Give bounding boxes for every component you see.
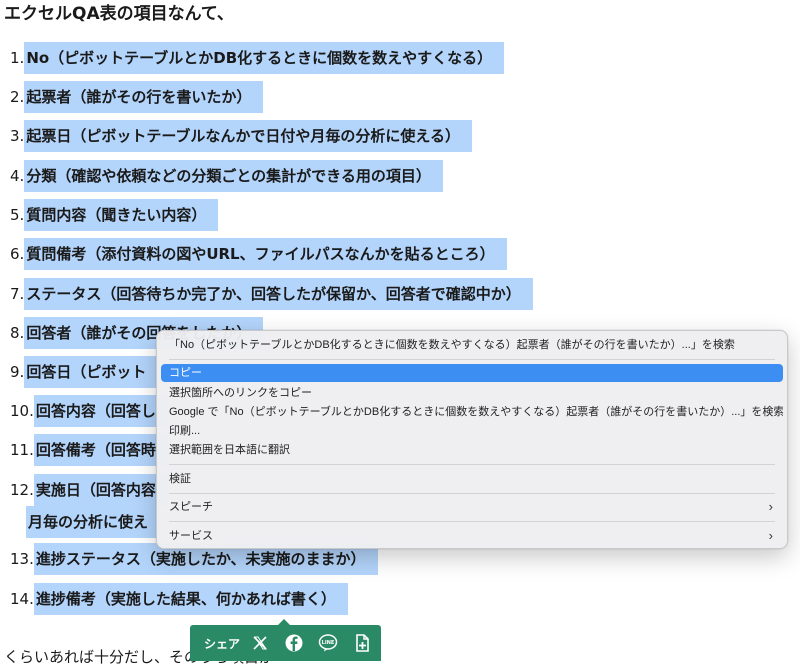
list-number: 7. [10,285,25,303]
add-note-icon[interactable] [352,633,372,653]
list-number: 14. [10,590,34,608]
list-number: 4. [10,167,25,185]
list-number: 2. [10,88,25,106]
list-item: 9. 回答日（ピボット [10,356,159,388]
menu-item-copy[interactable]: コピー [161,364,783,382]
list-number: 6. [10,245,25,263]
list-number: 1. [10,49,25,67]
share-bar: シェア LINE [190,619,381,661]
list-number: 9. [10,363,25,381]
menu-item-inspect[interactable]: 検証 [161,470,783,488]
list-number: 12. [10,481,34,499]
menu-separator [169,493,775,494]
article-heading: エクセルQA表の項目なんて、 [4,4,234,24]
line-icon[interactable]: LINE [318,633,338,653]
context-menu: 「No（ピボットテーブルとかDB化するときに個数を数えやすくなる）起票者（誰がそ… [156,330,788,549]
list-text: 起票日（ピボットテーブルなんかで日付や月毎の分析に使える） [24,120,472,152]
list-item: 14. 進捗備考（実施した結果、何かあれば書く） [10,583,348,615]
list-item: 11. 回答備考（回答時 [10,434,168,466]
menu-item-label: サービス [169,530,213,542]
list-text: 回答備考（回答時 [33,434,168,466]
chevron-right-icon: › [768,528,773,543]
menu-item-search[interactable]: 「No（ピボットテーブルとかDB化するときに個数を数えやすくなる）起票者（誰がそ… [161,336,783,354]
list-text: 起票者（誰がその行を書いたか） [24,81,264,113]
menu-item-print[interactable]: 印刷... [161,422,783,440]
list-item: 4. 分類（確認や依頼などの分類ごとの集計ができる用の項目） [10,160,443,192]
menu-item-copy-link[interactable]: 選択箇所へのリンクをコピー [161,384,783,402]
menu-item-google-search[interactable]: Google で「No（ピボットテーブルとかDB化するときに個数を数えやすくなる… [161,403,783,421]
share-label: シェア [204,637,241,651]
list-number: 13. [10,550,34,568]
list-item: 7. ステータス（回答待ちか完了か、回答したが保留か、回答者で確認中か） [10,278,533,310]
svg-text:LINE: LINE [322,640,335,646]
menu-separator [169,521,775,522]
list-item: 2. 起票者（誰がその行を書いたか） [10,81,264,113]
menu-item-translate[interactable]: 選択範囲を日本語に翻訳 [161,441,783,459]
menu-item-services[interactable]: サービス › [161,527,783,545]
list-text: No（ピボットテーブルとかDB化するときに個数を数えやすくなる） [24,42,505,74]
list-text: 回答内容（回答し [33,395,168,427]
list-item: 6. 質問備考（添付資料の図やURL、ファイルパスなんかを貼るところ） [10,238,507,270]
list-item: 10. 回答内容（回答し [10,395,168,427]
list-number: 10. [10,402,34,420]
list-item: 12. 実施日（回答内容 [10,474,168,506]
list-item: 5. 質問内容（聞きたい内容） [10,199,219,231]
list-item: 3. 起票日（ピボットテーブルなんかで日付や月毎の分析に使える） [10,120,472,152]
list-item: 1. No（ピボットテーブルとかDB化するときに個数を数えやすくなる） [10,42,505,74]
list-number: 5. [10,206,25,224]
list-number: 8. [10,324,25,342]
list-text: 質問備考（添付資料の図やURL、ファイルパスなんかを貼るところ） [24,238,507,270]
x-icon[interactable] [250,633,270,653]
facebook-icon[interactable] [284,633,304,653]
chevron-right-icon: › [768,499,773,514]
list-text: 回答日（ピボット [24,356,159,388]
menu-separator [169,359,775,360]
menu-item-label: スピーチ [169,501,213,513]
list-text: ステータス（回答待ちか完了か、回答したが保留か、回答者で確認中か） [24,278,533,310]
menu-separator [169,464,775,465]
list-text: 進捗備考（実施した結果、何かあれば書く） [33,583,348,615]
list-number: 11. [10,441,34,459]
list-text: 質問内容（聞きたい内容） [24,199,219,231]
menu-item-speech[interactable]: スピーチ › [161,498,783,516]
list-text: 実施日（回答内容 [33,474,168,506]
list-text: 分類（確認や依頼などの分類ごとの集計ができる用の項目） [24,160,443,192]
list-number: 3. [10,127,25,145]
list-text: 月毎の分析に使え [26,506,161,538]
